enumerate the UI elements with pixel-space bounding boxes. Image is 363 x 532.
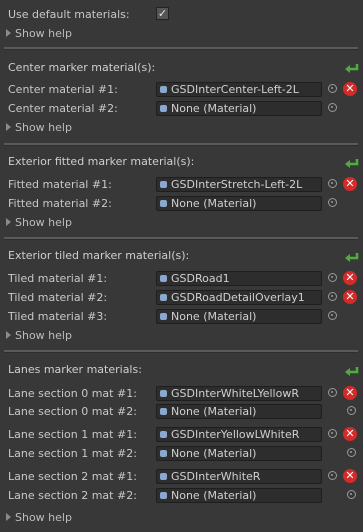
material-row: Tiled material #3: None (Material) [0, 308, 363, 326]
chevron-right-icon [6, 123, 11, 131]
delete-x-icon[interactable]: ✕ [343, 290, 357, 304]
material-label: Fitted material #2: [8, 197, 112, 210]
material-object-icon [160, 390, 167, 397]
object-picker-icon[interactable] [328, 198, 337, 207]
delete-x-icon[interactable]: ✕ [343, 82, 357, 96]
material-label: Tiled material #3: [8, 310, 108, 323]
object-picker-icon[interactable] [347, 406, 356, 415]
section-header-fitted: Exterior fitted marker material(s): [8, 155, 195, 168]
material-field[interactable]: None (Material) [156, 404, 322, 419]
section-header-tiled: Exterior tiled marker material(s): [8, 249, 190, 262]
material-row: Center material #2: None (Material) [0, 100, 363, 118]
object-picker-icon[interactable] [328, 273, 337, 282]
material-label: Lane section 0 mat #2: [8, 405, 137, 418]
object-picker-icon[interactable] [347, 448, 356, 457]
material-row: Lane section 0 mat #1: GSDInterWhiteLYel… [0, 385, 363, 403]
delete-x-icon[interactable]: ✕ [343, 386, 357, 400]
add-return-arrow-icon[interactable] [344, 366, 360, 378]
delete-x-icon[interactable]: ✕ [343, 177, 357, 191]
material-object-icon [160, 200, 167, 207]
material-row: Lane section 2 mat #2: None (Material) [0, 487, 363, 505]
add-return-arrow-icon[interactable] [344, 252, 360, 264]
material-row: Fitted material #1: GSDInterStretch-Left… [0, 176, 363, 194]
material-object-icon [160, 105, 167, 112]
chevron-right-icon [6, 218, 11, 226]
delete-x-icon[interactable]: ✕ [343, 427, 357, 441]
material-object-icon [160, 313, 167, 320]
object-picker-icon[interactable] [328, 311, 337, 320]
material-field[interactable]: GSDRoad1 [156, 271, 322, 286]
material-label: Lane section 1 mat #2: [8, 447, 137, 460]
object-picker-icon[interactable] [328, 388, 337, 397]
object-picker-icon[interactable] [328, 179, 337, 188]
chevron-right-icon [6, 29, 11, 37]
material-field[interactable]: None (Material) [156, 488, 322, 503]
material-field[interactable]: GSDInterYellowLWhiteR [156, 427, 322, 442]
object-picker-icon[interactable] [328, 429, 337, 438]
material-label: Fitted material #1: [8, 178, 112, 191]
material-field[interactable]: GSDRoadDetailOverlay1 [156, 290, 322, 305]
material-field[interactable]: GSDInterCenter-Left-2L [156, 82, 322, 97]
material-field[interactable]: None (Material) [156, 196, 322, 211]
material-label: Tiled material #1: [8, 272, 108, 285]
material-field[interactable]: None (Material) [156, 101, 322, 116]
material-row: Lane section 2 mat #1: GSDInterWhiteR ✕ [0, 468, 363, 486]
material-field[interactable]: GSDInterWhiteLYellowR [156, 386, 322, 401]
material-label: Lane section 2 mat #2: [8, 489, 137, 502]
material-row: Lane section 1 mat #2: None (Material) [0, 445, 363, 463]
material-field[interactable]: None (Material) [156, 446, 322, 461]
material-object-icon [160, 492, 167, 499]
material-row: Tiled material #2: GSDRoadDetailOverlay1… [0, 289, 363, 307]
material-object-icon [160, 294, 167, 301]
material-row: Fitted material #2: None (Material) [0, 195, 363, 213]
material-row: Tiled material #1: GSDRoad1 ✕ [0, 270, 363, 288]
material-object-icon [160, 450, 167, 457]
object-picker-icon[interactable] [328, 103, 337, 112]
material-object-icon [160, 275, 167, 282]
section-header-center: Center marker material(s): [8, 61, 156, 74]
object-picker-icon[interactable] [328, 292, 337, 301]
use-default-checkbox[interactable]: ✓ [156, 7, 169, 20]
material-row: Lane section 1 mat #1: GSDInterYellowLWh… [0, 426, 363, 444]
material-label: Center material #1: [8, 83, 118, 96]
divider [4, 47, 358, 50]
material-label: Center material #2: [8, 102, 118, 115]
show-help-toggle[interactable]: Show help [6, 121, 72, 137]
add-return-arrow-icon[interactable] [344, 63, 360, 75]
divider [4, 237, 358, 240]
chevron-right-icon [6, 513, 11, 521]
material-object-icon [160, 473, 167, 480]
divider [4, 350, 358, 353]
add-return-arrow-icon[interactable] [344, 158, 360, 170]
show-help-toggle[interactable]: Show help [6, 216, 72, 232]
material-label: Lane section 0 mat #1: [8, 387, 137, 400]
material-object-icon [160, 408, 167, 415]
delete-x-icon[interactable]: ✕ [343, 469, 357, 483]
show-help-toggle[interactable]: Show help [6, 329, 72, 345]
divider [4, 143, 358, 146]
show-help-toggle[interactable]: Show help [6, 511, 72, 527]
delete-x-icon[interactable]: ✕ [343, 271, 357, 285]
material-object-icon [160, 431, 167, 438]
material-field[interactable]: GSDInterStretch-Left-2L [156, 177, 322, 192]
material-object-icon [160, 86, 167, 93]
use-default-label: Use default materials: [8, 8, 130, 21]
show-help-toggle[interactable]: Show help [6, 27, 72, 43]
material-field[interactable]: GSDInterWhiteR [156, 469, 322, 484]
chevron-right-icon [6, 331, 11, 339]
object-picker-icon[interactable] [328, 471, 337, 480]
material-object-icon [160, 181, 167, 188]
material-row: Lane section 0 mat #2: None (Material) [0, 403, 363, 421]
material-label: Tiled material #2: [8, 291, 108, 304]
material-label: Lane section 1 mat #1: [8, 428, 137, 441]
use-default-row: Use default materials: ✓ [0, 6, 363, 24]
section-header-lanes: Lanes marker materials: [8, 363, 142, 376]
object-picker-icon[interactable] [347, 490, 356, 499]
object-picker-icon[interactable] [328, 84, 337, 93]
material-row: Center material #1: GSDInterCenter-Left-… [0, 81, 363, 99]
material-label: Lane section 2 mat #1: [8, 470, 137, 483]
material-field[interactable]: None (Material) [156, 309, 322, 324]
